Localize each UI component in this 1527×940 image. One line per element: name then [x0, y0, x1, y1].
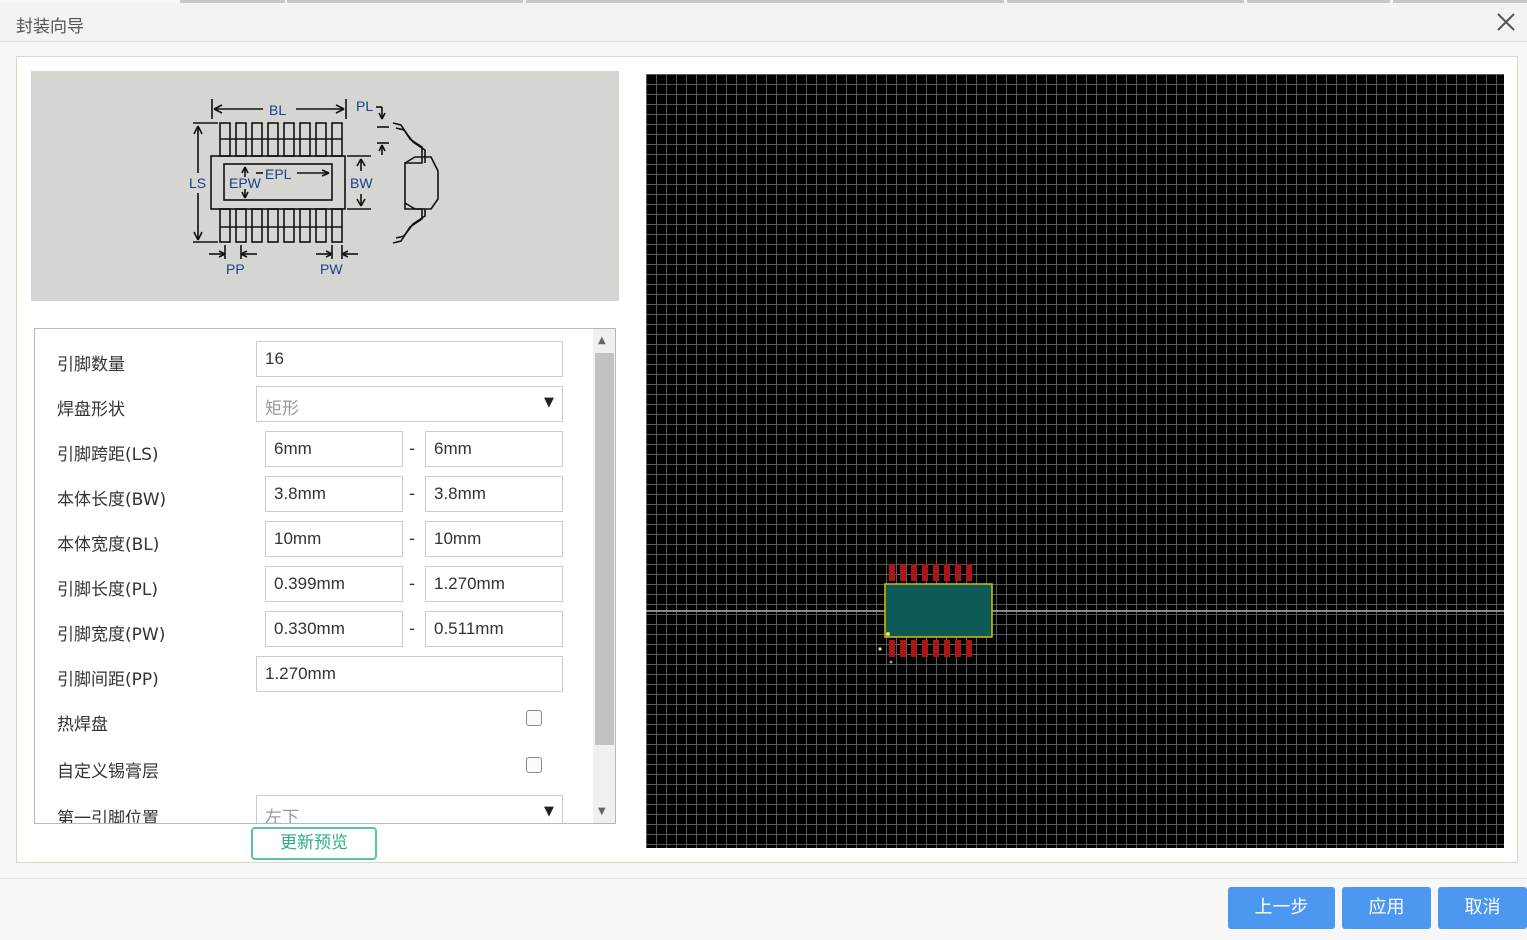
top-pad-row [889, 564, 972, 581]
pp-input[interactable]: 1.270mm [256, 656, 563, 692]
pad-shape-label: 焊盘形状 [57, 400, 125, 420]
previous-step-button[interactable]: 上一步 [1228, 887, 1335, 929]
bl-min-input[interactable]: 10mm [265, 521, 403, 557]
ls-max-input[interactable]: 6mm [425, 431, 563, 467]
ls-label: 引脚跨距(LS) [57, 445, 159, 465]
footprint-body-outline [884, 583, 993, 638]
wizard-content: BL PL LS EPW EPL BW PP PW 引脚数量 16 焊盘形状 矩… [16, 56, 1518, 863]
range-separator: - [409, 529, 416, 549]
custom-paste-checkbox[interactable] [526, 757, 542, 773]
diagram-label-pw: PW [320, 261, 343, 277]
pl-label: 引脚长度(PL) [57, 580, 158, 600]
top-pad [933, 564, 939, 581]
diagram-label-ls: LS [189, 175, 206, 191]
diagram-label-pl: PL [356, 98, 373, 114]
pin-count-input[interactable]: 16 [256, 341, 563, 377]
footprint-preview-canvas[interactable] [646, 74, 1504, 848]
bw-max-input[interactable]: 3.8mm [425, 476, 563, 512]
thermal-pad-row: 热焊盘 [35, 701, 591, 741]
cancel-button[interactable]: 取消 [1438, 887, 1527, 929]
ls-min-input[interactable]: 6mm [265, 431, 403, 467]
top-pad [955, 564, 961, 581]
bl-max-input[interactable]: 10mm [425, 521, 563, 557]
top-pad [944, 564, 950, 581]
pl-min-input[interactable]: 0.399mm [265, 566, 403, 602]
pin-count-row: 引脚数量 16 [35, 341, 591, 381]
diagram-label-bw: BW [350, 175, 373, 191]
dropdown-arrow-icon: ▼ [544, 395, 554, 410]
bl-label: 本体宽度(BL) [57, 535, 160, 555]
top-pad [900, 564, 906, 581]
package-dimension-diagram: BL PL LS EPW EPL BW PP PW [31, 71, 619, 301]
range-separator: - [409, 574, 416, 594]
range-separator: - [409, 484, 416, 504]
dropdown-arrow-icon: ▼ [544, 804, 554, 819]
range-separator: - [409, 619, 416, 639]
close-icon[interactable] [1495, 11, 1517, 33]
refresh-preview-button[interactable]: 更新预览 [251, 827, 377, 860]
bottom-pad-row [889, 640, 972, 657]
bottom-pad [922, 640, 928, 657]
bw-label: 本体长度(BW) [57, 490, 167, 510]
apply-button[interactable]: 应用 [1342, 887, 1431, 929]
scroll-up-icon[interactable]: ▲ [598, 335, 606, 346]
pw-max-input[interactable]: 0.511mm [425, 611, 563, 647]
pin1-position-label: 第一引脚位置 [57, 809, 159, 824]
dialog-footer: 上一步 应用 取消 [0, 878, 1527, 940]
thermal-pad-checkbox[interactable] [526, 710, 542, 726]
pad-shape-row: 焊盘形状 矩形 ▼ [35, 386, 591, 426]
pad-shape-value: 矩形 [265, 399, 299, 419]
top-pad [889, 564, 895, 581]
pin1-position-select[interactable]: 左下 ▼ [256, 795, 563, 824]
top-pad [966, 564, 972, 581]
diagram-label-epw: EPW [229, 175, 262, 191]
custom-paste-row: 自定义锡膏层 [35, 748, 591, 788]
bw-row: 本体长度(BW) 3.8mm - 3.8mm [35, 476, 591, 516]
pin1-dot [878, 647, 882, 651]
pl-row: 引脚长度(PL) 0.399mm - 1.270mm [35, 566, 591, 606]
dialog-titlebar: 封装向导 [0, 3, 1527, 42]
top-pad [911, 564, 917, 581]
pin1-position-value: 左下 [265, 808, 299, 824]
scrollbar-thumb[interactable] [595, 353, 614, 745]
ls-row: 引脚跨距(LS) 6mm - 6mm [35, 431, 591, 471]
bottom-pad [911, 640, 917, 657]
pw-row: 引脚宽度(PW) 0.330mm - 0.511mm [35, 611, 591, 651]
pw-label: 引脚宽度(PW) [57, 625, 166, 645]
pw-min-input[interactable]: 0.330mm [265, 611, 403, 647]
pin1-position-row: 第一引脚位置 左下 ▼ [35, 795, 591, 824]
bottom-pad [955, 640, 961, 657]
range-separator: - [409, 439, 416, 459]
pad-shape-select[interactable]: 矩形 ▼ [256, 386, 563, 422]
thermal-pad-label: 热焊盘 [57, 715, 108, 735]
bottom-pad [966, 640, 972, 657]
bottom-pad [944, 640, 950, 657]
dialog-title: 封装向导 [16, 17, 84, 37]
custom-paste-label: 自定义锡膏层 [57, 762, 159, 782]
bottom-pad [889, 640, 895, 657]
diagram-label-epl: EPL [265, 166, 292, 182]
pin-count-label: 引脚数量 [57, 355, 125, 375]
bw-min-input[interactable]: 3.8mm [265, 476, 403, 512]
bl-row: 本体宽度(BL) 10mm - 10mm [35, 521, 591, 561]
top-pad [922, 564, 928, 581]
form-scrollbar[interactable]: ▲ ▼ [593, 329, 615, 823]
bottom-pad [900, 640, 906, 657]
pp-row: 引脚间距(PP) 1.270mm [35, 656, 591, 696]
pl-max-input[interactable]: 1.270mm [425, 566, 563, 602]
parameter-form: 引脚数量 16 焊盘形状 矩形 ▼ 引脚跨距(LS) 6mm - 6mm 本体长… [34, 328, 616, 824]
pin1-marker [886, 632, 890, 636]
scroll-down-icon[interactable]: ▼ [598, 806, 606, 817]
pp-label: 引脚间距(PP) [57, 670, 159, 690]
diagram-label-pp: PP [226, 261, 245, 277]
bottom-pad [933, 640, 939, 657]
origin-dot [889, 660, 893, 664]
diagram-label-bl: BL [269, 102, 286, 118]
